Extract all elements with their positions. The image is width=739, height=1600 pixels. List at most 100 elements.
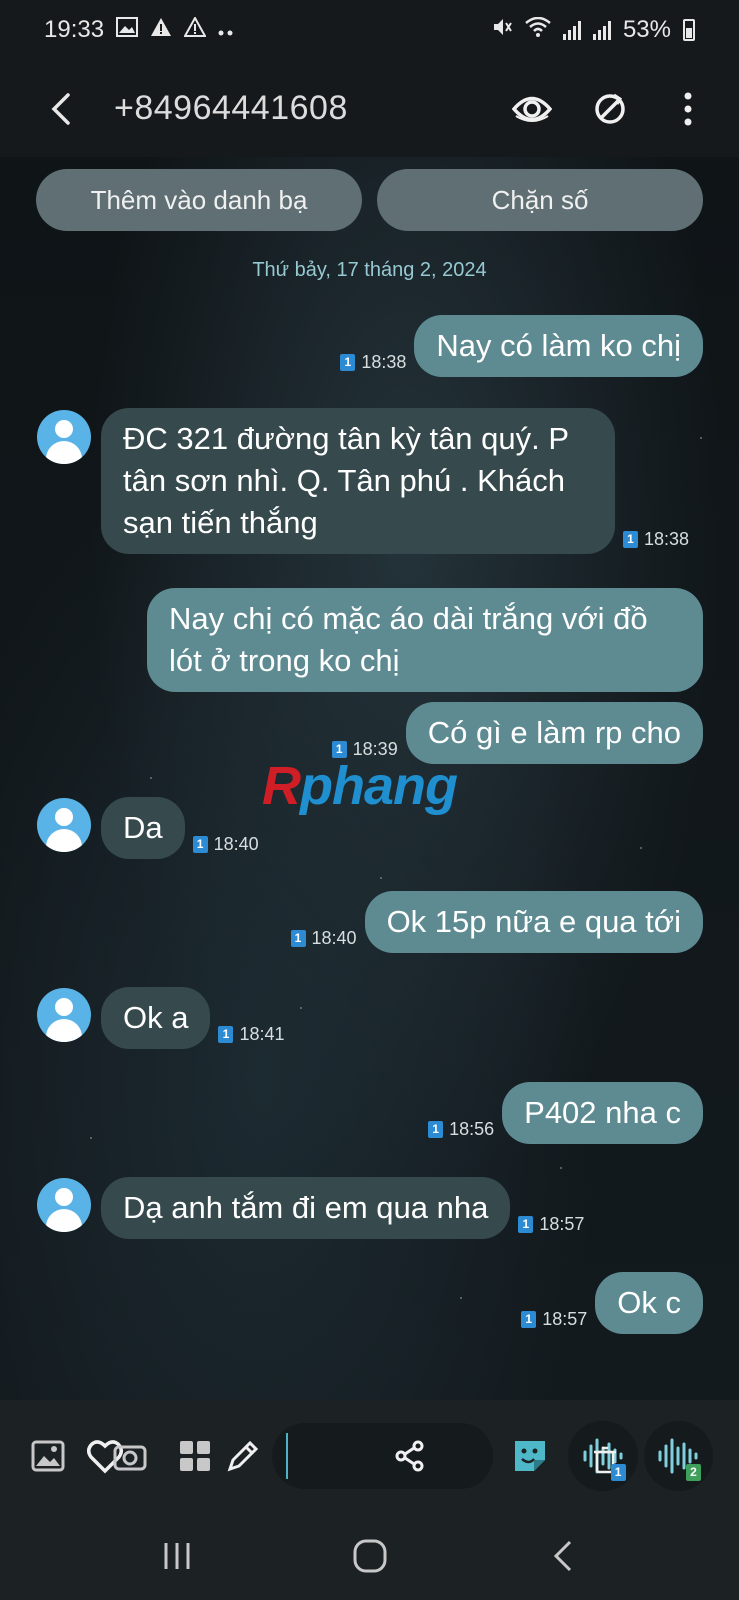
- heart-camera-icon: [87, 1440, 147, 1474]
- block-number-button[interactable]: Chặn số: [377, 169, 703, 231]
- app-actions: [511, 88, 709, 130]
- message-incoming[interactable]: Da 1 18:40: [101, 797, 267, 859]
- status-right: 53%: [491, 16, 695, 44]
- message-time: 18:56: [449, 1119, 495, 1139]
- back-icon: [51, 92, 70, 125]
- message-meta: 1 18:40: [290, 928, 357, 949]
- message-meta: 1 18:57: [518, 1214, 584, 1235]
- more-vert-icon: [684, 92, 692, 125]
- conversation-area[interactable]: Thêm vào danh bạ Chặn số Thứ bảy, 17 thá…: [0, 157, 739, 1400]
- message-bubble[interactable]: Dạ anh tắm đi em qua nha: [101, 1177, 511, 1239]
- message-time: 18:40: [311, 928, 357, 948]
- eye-icon: [512, 96, 552, 122]
- message-time: 18:41: [239, 1024, 285, 1044]
- sim-badge: 1: [218, 1026, 234, 1043]
- video-call-icon: [595, 93, 625, 124]
- status-bar: 19:33 53%: [0, 0, 739, 60]
- warning-icon: [183, 15, 207, 43]
- back-button[interactable]: [40, 89, 80, 129]
- wifi-icon: [525, 16, 551, 43]
- share-icon: [395, 1440, 424, 1472]
- more-options-button[interactable]: [667, 88, 709, 130]
- composer-bar: 1 2: [0, 1400, 739, 1512]
- sim1-badge: 1: [610, 1464, 626, 1481]
- message-meta: 1 18:56: [428, 1119, 494, 1140]
- sim-badge: 1: [290, 930, 306, 947]
- sim-badge: 1: [428, 1121, 444, 1138]
- message-outgoing[interactable]: Nay chị có mặc áo dài trắng với đồ lót ở…: [147, 588, 703, 692]
- message-bubble[interactable]: Ok a: [101, 987, 211, 1049]
- apps-button[interactable]: [173, 1434, 217, 1478]
- home-button[interactable]: [340, 1526, 400, 1586]
- sim-badge: 1: [518, 1216, 534, 1233]
- status-time: 19:33: [44, 16, 105, 43]
- message-incoming[interactable]: Ok a 1 18:41: [101, 987, 293, 1049]
- camera-button[interactable]: [86, 1434, 151, 1478]
- avatar[interactable]: [37, 1178, 91, 1232]
- message-bubble[interactable]: Nay có làm ko chị: [414, 315, 703, 377]
- video-call-button[interactable]: [589, 88, 631, 130]
- message-outgoing[interactable]: 1 18:56 P402 nha c: [420, 1082, 703, 1144]
- message-time: 18:57: [542, 1309, 588, 1329]
- signal-icon: [562, 20, 581, 40]
- message-bubble[interactable]: Nay chị có mặc áo dài trắng với đồ lót ở…: [147, 588, 703, 692]
- avatar[interactable]: [37, 988, 91, 1042]
- mute-icon: [491, 16, 513, 44]
- avatar[interactable]: [37, 410, 91, 464]
- message-meta: 1 18:57: [521, 1309, 587, 1330]
- sim-badge: 1: [340, 354, 356, 371]
- sticker-icon: [515, 1441, 546, 1471]
- watermark-logo: Rphang: [262, 756, 458, 816]
- app-bar: +84964441608: [0, 60, 739, 157]
- message-bubble[interactable]: Ok c: [595, 1272, 703, 1334]
- warning-icon: [150, 17, 172, 43]
- message-meta: 1 18:40: [192, 834, 259, 855]
- voice-sim1-button[interactable]: 1: [568, 1421, 638, 1491]
- signal-icon: [592, 20, 611, 40]
- message-time: 18:38: [361, 352, 407, 372]
- message-time: 18:38: [644, 529, 690, 549]
- date-separator: Thứ bảy, 17 tháng 2, 2024: [252, 259, 487, 281]
- message-bubble[interactable]: P402 nha c: [502, 1082, 703, 1144]
- message-outgoing[interactable]: 1 18:57 Ok c: [513, 1272, 703, 1334]
- sim-badge: 1: [521, 1311, 537, 1328]
- message-outgoing[interactable]: 1 18:38 Nay có làm ko chị: [332, 315, 703, 377]
- status-left: 19:33: [44, 15, 234, 44]
- handwriting-button[interactable]: [221, 1434, 265, 1478]
- conversation-title: +84964441608: [114, 89, 348, 127]
- battery-percent: 53%: [622, 16, 671, 43]
- gallery-icon: [116, 17, 139, 43]
- message-meta: 1 18:41: [218, 1024, 285, 1045]
- apps-icon: [179, 1441, 210, 1471]
- message-bubble[interactable]: Da: [101, 797, 185, 859]
- sticker-button[interactable]: [509, 1434, 553, 1478]
- message-input[interactable]: [272, 1423, 493, 1489]
- attach-image-button[interactable]: [26, 1434, 70, 1478]
- message-meta: 1 18:38: [623, 529, 689, 550]
- voice-sim2-button[interactable]: 2: [643, 1421, 713, 1491]
- view-button[interactable]: [511, 88, 553, 130]
- navigation-bar: [0, 1512, 739, 1600]
- back-nav-icon: [553, 1540, 571, 1572]
- sim-badge: 1: [192, 836, 208, 853]
- share-button[interactable]: [388, 1434, 432, 1478]
- add-contact-button[interactable]: Thêm vào danh bạ: [36, 169, 362, 231]
- back-nav-button[interactable]: [533, 1526, 593, 1586]
- recents-icon: [164, 1543, 189, 1569]
- message-time: 18:40: [213, 834, 259, 854]
- message-time: 18:57: [539, 1214, 585, 1234]
- recents-button[interactable]: [147, 1526, 207, 1586]
- text-caret: [286, 1433, 289, 1479]
- message-meta: 1 18:38: [340, 352, 406, 373]
- sim-badge: 1: [623, 531, 638, 548]
- sim2-badge: 2: [685, 1464, 701, 1481]
- message-incoming[interactable]: Dạ anh tắm đi em qua nha 1 18:57: [101, 1177, 592, 1239]
- image-icon: [31, 1440, 65, 1472]
- pencil-icon: [227, 1440, 258, 1472]
- message-bubble[interactable]: Ok 15p nữa e qua tới: [364, 891, 703, 953]
- avatar[interactable]: [37, 798, 91, 852]
- message-outgoing[interactable]: 1 18:40 Ok 15p nữa e qua tới: [283, 891, 703, 953]
- message-incoming[interactable]: ĐC 321 đường tân kỳ tân quý. P tân sơn n…: [101, 408, 697, 554]
- more-dots-icon: [218, 19, 234, 42]
- message-bubble[interactable]: ĐC 321 đường tân kỳ tân quý. P tân sơn n…: [101, 408, 615, 554]
